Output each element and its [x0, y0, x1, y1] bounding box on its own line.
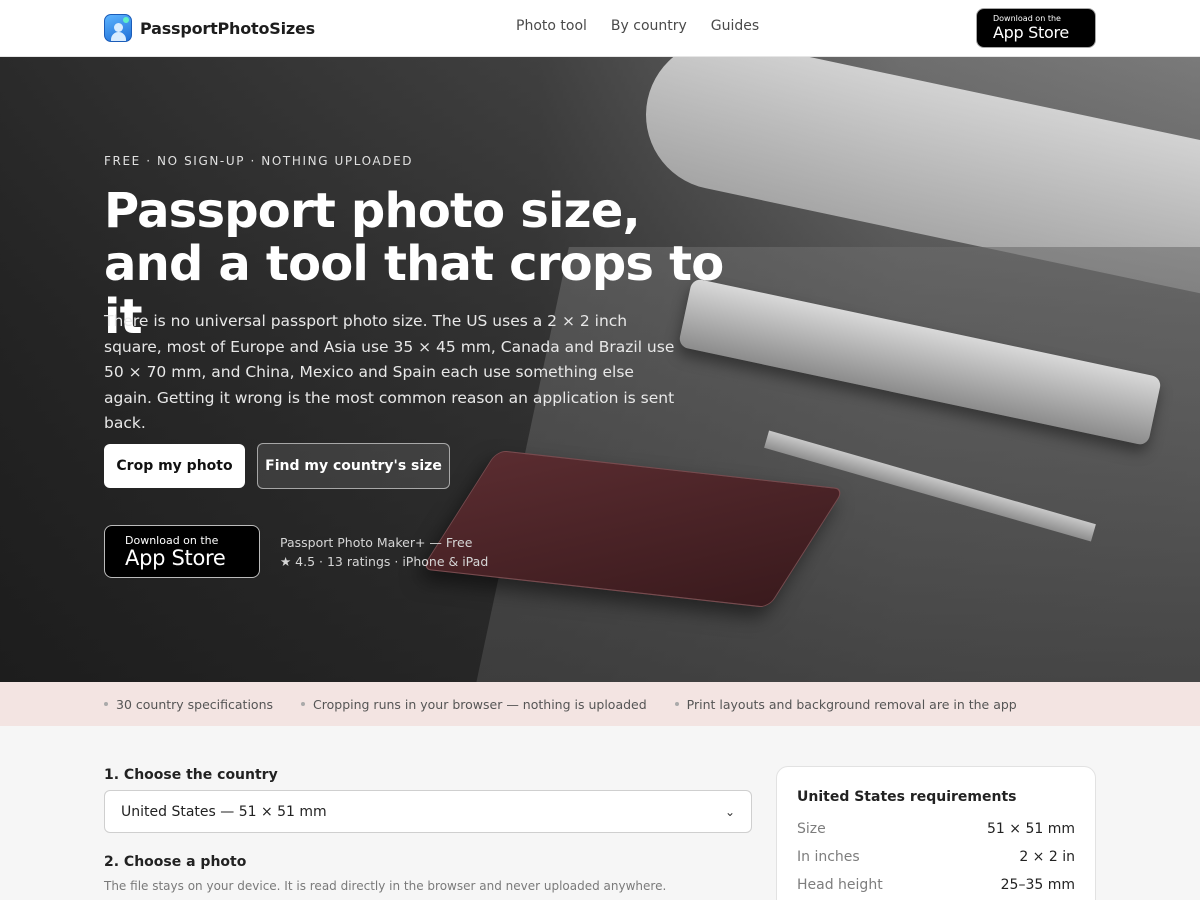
bullet-icon: [104, 702, 108, 706]
app-badge-small-text: Download on the: [993, 14, 1061, 23]
chevron-down-icon: ⌄: [724, 804, 735, 819]
bullet-icon: [301, 702, 306, 706]
country-select-value: United States — 51 × 51 mm: [121, 803, 327, 820]
nav-photo-tool[interactable]: Photo tool: [516, 18, 587, 34]
hero-app-store-button[interactable]: Download on the App Store: [104, 525, 260, 578]
app-rating: ★ 4.5 · 13 ratings · iPhone & iPad: [280, 554, 489, 569]
step1-label: 1. Choose the country: [104, 767, 278, 783]
requirement-label: Size: [797, 821, 826, 837]
app-meta: Passport Photo Maker+ — Free ★ 4.5 · 13 …: [280, 533, 488, 571]
main-nav: Photo tool By country Guides: [516, 18, 759, 34]
crop-my-photo-button[interactable]: Crop my photo: [104, 444, 245, 488]
brand-name: PassportPhotoSizes: [140, 18, 315, 38]
feature-text: Print layouts and background removal are…: [686, 696, 1017, 712]
requirement-row: Size 51 × 51 mm: [797, 821, 1075, 837]
requirement-row: In inches 2 × 2 in: [797, 849, 1075, 865]
feature-item: 30 country specifications: [104, 697, 273, 712]
feature-strip: 30 country specifications Cropping runs …: [0, 682, 1200, 726]
requirement-value: 2 × 2 in: [1019, 849, 1075, 865]
bullet-icon: [674, 702, 679, 706]
step2-help-text: The file stays on your device. It is rea…: [104, 879, 667, 893]
hero-description: There is no universal passport photo siz…: [104, 312, 675, 432]
requirements-card: United States requirements Size 51 × 51 …: [776, 766, 1096, 900]
requirement-label: In inches: [797, 849, 860, 865]
nav-by-country[interactable]: By country: [611, 18, 687, 34]
feature-text: 30 country specifications: [116, 696, 274, 712]
app-badge-big-text: App Store: [125, 545, 226, 570]
requirement-value: 25–35 mm: [1000, 877, 1075, 893]
app-name: Passport Photo Maker+ — Free: [280, 535, 473, 550]
app-badge-small-text: Download on the: [125, 533, 219, 547]
find-country-size-button[interactable]: Find my country's size: [257, 443, 450, 489]
requirements-title: United States requirements: [797, 789, 1017, 805]
feature-text: Cropping runs in your browser — nothing …: [313, 696, 647, 712]
feature-item: Cropping runs in your browser — nothing …: [301, 697, 647, 712]
hero-section: FREE · NO SIGN-UP · NOTHING UPLOADED Pas…: [0, 57, 1200, 682]
step2-label: 2. Choose a photo: [104, 854, 247, 870]
header-app-store-button[interactable]: Download on the App Store: [976, 8, 1096, 48]
nav-guides[interactable]: Guides: [711, 18, 759, 34]
feature-item: Print layouts and background removal are…: [674, 696, 1017, 712]
requirement-label: Head height: [797, 877, 883, 893]
brand-link[interactable]: PassportPhotoSizes: [104, 14, 315, 42]
app-badge-big-text: App Store: [993, 23, 1069, 42]
requirement-row: Head height 25–35 mm: [797, 877, 1075, 893]
country-select[interactable]: United States — 51 × 51 mm ⌄: [104, 790, 752, 833]
site-header: PassportPhotoSizes Photo tool By country…: [0, 0, 1200, 57]
hero-eyebrow: FREE · NO SIGN-UP · NOTHING UPLOADED: [104, 154, 414, 168]
requirement-value: 51 × 51 mm: [987, 821, 1075, 837]
brand-logo-icon: [104, 14, 132, 42]
